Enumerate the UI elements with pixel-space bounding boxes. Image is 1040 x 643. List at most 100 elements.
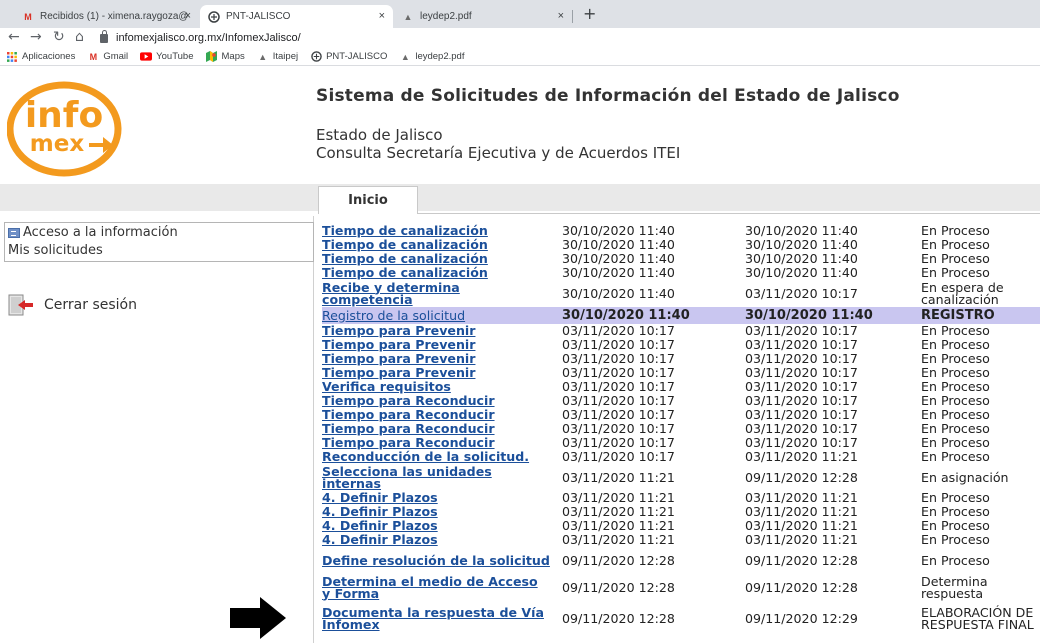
forward-arrow-icon[interactable]: → (30, 29, 42, 45)
task-cell: 4. Definir Plazos (322, 505, 555, 519)
task-cell-link[interactable]: Tiempo de canalización (322, 223, 488, 238)
start-date-cell-text: 09/11/2020 12:28 (562, 552, 675, 568)
tab-inicio[interactable]: Inicio (318, 186, 418, 214)
sidebar-item-mis-solicitudes[interactable]: Mis solicitudes (8, 243, 103, 258)
bookmark-pdf[interactable]: ▲ leydep2.pdf (399, 51, 465, 62)
task-cell-link[interactable]: 4. Definir Plazos (322, 518, 438, 533)
start-date-cell: 03/11/2020 10:17 (555, 366, 738, 380)
task-cell: Reconducción de la solicitud. (322, 450, 555, 464)
status-cell: En Proceso (914, 238, 1040, 252)
start-date-cell-text: 30/10/2020 11:40 (562, 223, 675, 238)
task-cell-link[interactable]: Tiempo para Reconducir (322, 421, 495, 436)
close-icon[interactable]: × (379, 10, 385, 22)
end-date-cell-text: 30/10/2020 11:40 (745, 307, 873, 323)
start-date-cell-text: 03/11/2020 10:17 (562, 449, 675, 464)
status-cell: En Proceso (914, 366, 1040, 380)
end-date-cell: 03/11/2020 10:17 (738, 394, 914, 408)
end-date-cell: 03/11/2020 10:17 (738, 408, 914, 422)
back-arrow-icon[interactable]: ← (8, 29, 20, 45)
start-date-cell-text: 03/11/2020 11:21 (562, 518, 675, 533)
task-cell-link[interactable]: Verifica requisitos (322, 379, 451, 394)
task-cell-link[interactable]: Tiempo para Prevenir (322, 365, 475, 380)
start-date-cell: 03/11/2020 10:17 (555, 422, 738, 436)
start-date-cell-text: 09/11/2020 12:28 (562, 579, 675, 595)
start-date-cell-text: 30/10/2020 11:40 (562, 237, 675, 252)
table-row: Determina el medio de Acceso y Forma 09/1… (322, 574, 1040, 601)
home-icon[interactable]: ⌂ (75, 29, 84, 45)
new-tab-button[interactable]: + (583, 4, 596, 23)
lock-icon (100, 29, 108, 43)
end-date-cell-text: 03/11/2020 10:17 (745, 365, 858, 380)
task-cell: Documenta la respuesta de Vía Infomex (322, 601, 555, 637)
browser-tab-pdf[interactable]: ▲ leydep2.pdf × (394, 5, 572, 28)
task-cell-link[interactable]: Tiempo para Prevenir (322, 337, 475, 352)
task-cell-link[interactable]: Determina el medio de Acceso y Forma (322, 575, 550, 600)
end-date-cell-text: 03/11/2020 11:21 (745, 490, 858, 505)
task-cell-link[interactable]: Tiempo para Reconducir (322, 393, 495, 408)
bookmark-itaipej[interactable]: ▲ Itaipej (257, 51, 298, 62)
bookmark-youtube[interactable]: YouTube (140, 51, 194, 62)
table-row: Selecciona las unidades internas 03/11/20… (322, 464, 1040, 491)
task-cell: Tiempo para Reconducir (322, 422, 555, 436)
status-cell-text: En Proceso (921, 379, 990, 394)
status-cell: En Proceso (914, 436, 1040, 450)
close-icon[interactable]: × (185, 10, 191, 22)
task-cell-link[interactable]: 4. Definir Plazos (322, 490, 438, 505)
task-cell-link[interactable]: Tiempo de canalización (322, 251, 488, 266)
infomex-page: info mex Sistema de Solicitudes de Infor… (0, 66, 1040, 643)
task-cell-link[interactable]: Selecciona las unidades internas (322, 465, 550, 490)
task-cell-link[interactable]: Recibe y determina competencia (322, 281, 550, 306)
bookmark-pnt[interactable]: PNT-JALISCO (310, 51, 387, 62)
status-cell: En Proceso (914, 408, 1040, 422)
logo-mex-text: mex (30, 131, 85, 157)
browser-tab-gmail[interactable]: M Recibidos (1) - ximena.raygoza@ × (14, 5, 199, 28)
end-date-cell: 03/11/2020 10:17 (738, 366, 914, 380)
end-date-cell: 03/11/2020 11:21 (738, 491, 914, 505)
tab-label: Recibidos (1) - ximena.raygoza@ (40, 11, 189, 22)
sidebar: Acceso a la información Mis solicitudes … (0, 216, 314, 643)
start-date-cell-text: 03/11/2020 10:17 (562, 323, 675, 338)
bookmark-gmail[interactable]: M Gmail (87, 51, 129, 62)
task-cell: Tiempo de canalización (322, 238, 555, 252)
start-date-cell-text: 03/11/2020 11:21 (562, 469, 675, 485)
task-cell-link[interactable]: Define resolución de la solicitud (322, 554, 550, 567)
bookmark-label: Gmail (103, 51, 129, 62)
task-cell-link[interactable]: Tiempo de canalización (322, 265, 488, 280)
task-cell-link[interactable]: Documenta la respuesta de Vía Infomex (322, 606, 550, 631)
close-icon[interactable]: × (558, 10, 564, 22)
end-date-cell-text: 03/11/2020 10:17 (745, 379, 858, 394)
bookmark-maps[interactable]: Maps (206, 51, 245, 62)
address-bar[interactable]: infomexjalisco.org.mx/InfomexJalisco/ (100, 29, 301, 47)
task-cell-link[interactable]: Tiempo para Prevenir (322, 323, 475, 338)
start-date-cell-text: 03/11/2020 11:21 (562, 490, 675, 505)
table-row-highlighted: Registro de la solicitud 30/10/2020 11:40… (322, 307, 1040, 324)
table-row: Reconducción de la solicitud. 03/11/2020 … (322, 450, 1040, 464)
status-cell: En Proceso (914, 422, 1040, 436)
itaipej-icon: ▲ (403, 11, 413, 22)
end-date-cell-text: 03/11/2020 10:17 (745, 393, 858, 408)
status-cell-text: En Proceso (921, 351, 990, 366)
sidebar-item-acceso[interactable]: Acceso a la información (8, 225, 178, 240)
start-date-cell: 03/11/2020 10:17 (555, 352, 738, 366)
bookmark-apps[interactable]: Aplicaciones (6, 51, 75, 62)
start-date-cell-text: 30/10/2020 11:40 (562, 265, 675, 280)
start-date-cell: 03/11/2020 10:17 (555, 394, 738, 408)
task-cell-link[interactable]: Tiempo para Prevenir (322, 351, 475, 366)
logout-link[interactable]: Cerrar sesión (8, 294, 137, 316)
task-cell-link[interactable]: Tiempo para Reconducir (322, 407, 495, 422)
table-row: Tiempo de canalización 30/10/2020 11:40 30… (322, 238, 1040, 252)
table-row: 4. Definir Plazos 03/11/2020 11:21 03/11/2… (322, 519, 1040, 533)
start-date-cell: 09/11/2020 12:28 (555, 547, 738, 574)
task-cell-link[interactable]: Registro de la solicitud (322, 308, 465, 323)
task-cell-link[interactable]: Reconducción de la solicitud. (322, 449, 529, 464)
task-cell-link[interactable]: 4. Definir Plazos (322, 532, 438, 547)
status-cell: En espera de canalización (914, 280, 1040, 307)
infomex-logo: info mex (7, 81, 122, 177)
task-cell-link[interactable]: 4. Definir Plazos (322, 504, 438, 519)
reload-icon[interactable]: ↻ (53, 29, 65, 45)
gmail-icon: M (89, 51, 98, 62)
task-cell-link[interactable]: Tiempo de canalización (322, 237, 488, 252)
task-cell-link[interactable]: Tiempo para Reconducir (322, 435, 495, 450)
browser-tab-pnt[interactable]: PNT-JALISCO × (200, 5, 393, 28)
end-date-cell-text: 03/11/2020 10:17 (745, 351, 858, 366)
